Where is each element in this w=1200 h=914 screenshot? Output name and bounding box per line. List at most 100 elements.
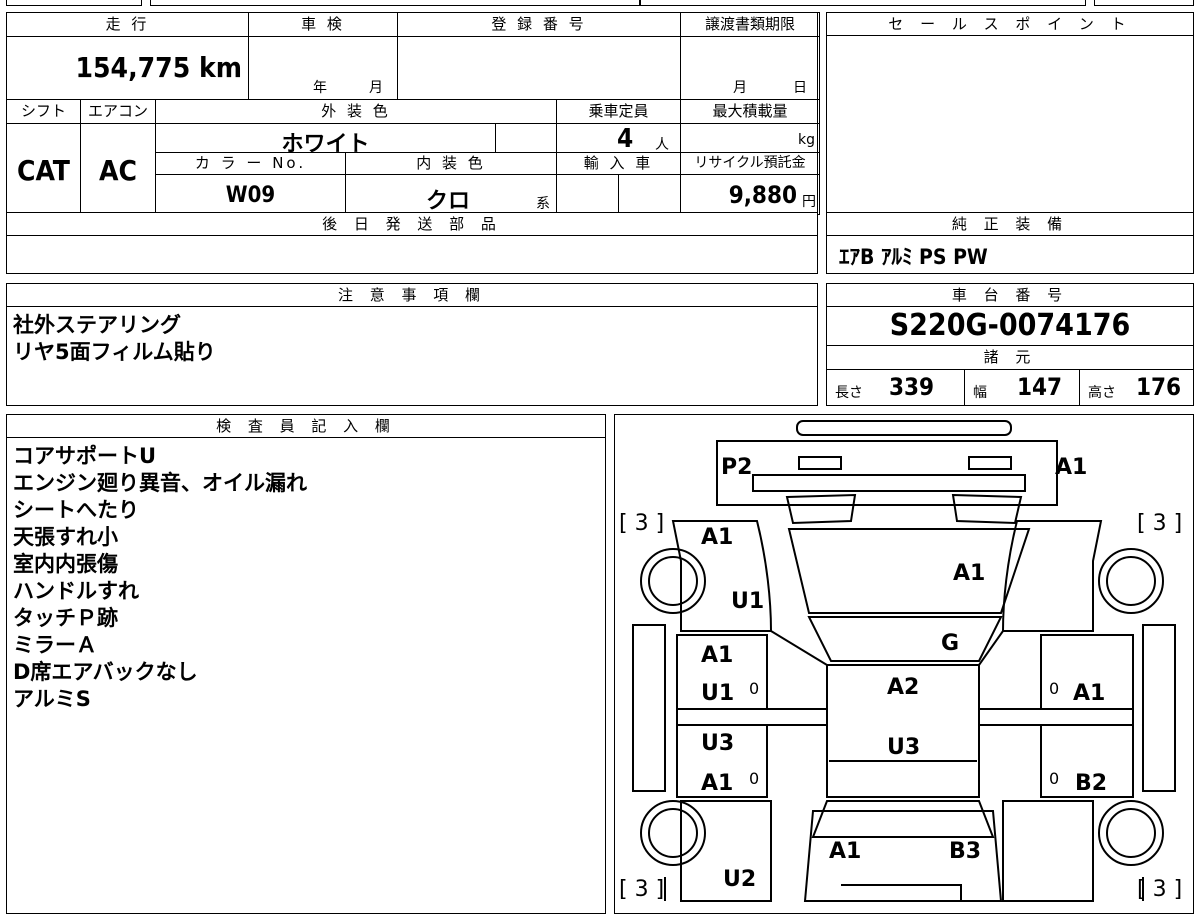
specs-row: 長さ 339 幅 147 高さ 176 [827,370,1193,406]
mileage-value: 154,775 km [75,51,243,84]
mark-a1-rear: A1 [829,839,862,864]
import-header: 輸 入 車 [556,152,681,175]
shift-header: シフト [6,99,81,124]
recycle-header: リサイクル預託金 [680,152,820,175]
inspector-box: 検 査 員 記 入 欄 コアサポートU エンジン廻り異音、オイル漏れ シートへた… [6,414,606,914]
equipment-header: 純 正 装 備 [827,213,1193,236]
bracket-top-right: [ 3 ] [1137,511,1183,536]
sales-point-header: セ ー ル ス ポ イ ン ト [827,13,1193,36]
inspector-header: 検 査 員 記 入 欄 [7,415,605,438]
mark-g-windshield: G [941,631,960,656]
inspector-line: シートへたり [13,498,139,522]
exterior-color-header: 外 装 色 [155,99,557,124]
ac-value: AC [99,154,137,187]
mark-u1-front-left: U1 [731,589,765,614]
spec-height: 高さ 176 [1080,370,1193,406]
mark-b3-rear: B3 [949,839,982,864]
notes-line: 社外ステアリング [13,313,181,337]
recycle-cell: 9,880 円 [680,174,820,215]
mark-zero-1: 0 [749,679,760,698]
interior-color-value: クロ [426,189,471,214]
color-no-header: カ ラ ー No. [155,152,346,175]
equipment-value: ｴｱB ｱﾙﾐ PS PW [839,245,988,269]
inspector-line: ミラーＡ [13,633,97,657]
bracket-bottom-left: [ 3 ] [619,877,665,902]
bracket-top-left: [ 3 ] [619,511,665,536]
mark-a1-front-left-fender: A1 [701,525,734,550]
transfer-month: 月 [733,80,747,96]
spec-length-label: 長さ [835,385,863,401]
import-cell-1 [556,174,619,215]
interior-color-header: 内 装 色 [345,152,557,175]
transfer-deadline-header: 譲渡書類期限 [680,12,820,37]
mileage-cell: 154,775 km [6,36,249,100]
inspector-line: コアサポートU [13,444,157,468]
top-sliver-1 [6,0,142,6]
specs-header: 諸 元 [827,345,1193,370]
recycle-value: 9,880 [728,181,797,209]
spec-width-label: 幅 [973,385,987,401]
mark-u3-rear-left-door: U3 [701,731,735,756]
mark-u1-front-left-door: U1 [701,681,735,706]
mark-zero-4: 0 [1049,769,1060,788]
mark-a1-top-right: A1 [1055,455,1088,480]
exterior-color-cell: ホワイト [155,123,496,157]
capacity-value: 4 [617,124,634,154]
color-no-cell: W09 [155,174,346,215]
inspection-month: 月 [369,80,383,96]
mark-u3-roof: U3 [887,735,921,760]
color-no-value: W09 [225,183,276,208]
chassis-header: 車 台 番 号 [827,284,1193,307]
inspection-header: 車 検 [248,12,398,37]
vehicle-info-table: 走 行 車 検 登 録 番 号 譲渡書類期限 154,775 km 年 月 月 … [6,12,820,215]
max-load-cell: kg [680,123,820,153]
bracket-bottom-right: [ 3 ] [1137,877,1183,902]
spec-width: 幅 147 [965,370,1080,406]
capacity-cell: 4 人 [556,123,681,154]
mark-b2-rear-right-door: B2 [1075,771,1108,796]
spec-height-value: 176 [1136,373,1182,401]
inspection-year: 年 [313,80,327,96]
exterior-color-extra [495,123,557,153]
spec-width-value: 147 [1017,373,1063,401]
inspector-line: アルミS [13,687,91,711]
top-sliver-2 [150,0,640,6]
mark-zero-2: 0 [1049,679,1060,698]
interior-color-cell: クロ 系 [345,174,557,215]
notes-box: 注 意 事 項 欄 社外ステアリング リヤ5面フィルム貼り [6,283,818,406]
transfer-cell: 月 日 [680,36,820,100]
spec-length-value: 339 [889,373,935,401]
ac-header: エアコン [80,99,156,124]
max-load-header: 最大積載量 [680,99,820,124]
capacity-header: 乗車定員 [556,99,681,124]
shift-cell: CAT [6,123,81,215]
inspector-line: ハンドルすれ [13,579,139,603]
registration-header: 登 録 番 号 [397,12,681,37]
mark-a1-front-left-door: A1 [701,643,734,668]
mark-u2-rear-left: U2 [723,867,757,892]
car-diagram-box: P2 A1 [ 3 ] [ 3 ] A1 A1 U1 G A1 A2 U1 0 … [614,414,1194,914]
inspector-line: D席エアバックなし [13,660,198,684]
spec-length: 長さ 339 [827,370,965,406]
later-parts-box: 後 日 発 送 部 品 [6,212,818,274]
spec-height-label: 高さ [1088,385,1116,401]
notes-line: リヤ5面フィルム貼り [13,340,216,364]
recycle-unit: 円 [802,194,816,210]
equipment-box: 純 正 装 備 ｴｱB ｱﾙﾐ PS PW [826,212,1194,274]
transfer-day: 日 [793,80,807,96]
capacity-unit: 人 [655,137,669,153]
import-cell-2 [618,174,681,215]
inspection-cell: 年 月 [248,36,398,100]
registration-cell [397,36,681,100]
mark-zero-3: 0 [749,769,760,788]
top-sliver-4 [1094,0,1194,6]
shift-value: CAT [17,154,70,187]
ac-cell: AC [80,123,156,215]
mileage-header: 走 行 [6,12,249,37]
sales-point-box: セ ー ル ス ポ イ ン ト [826,12,1194,213]
chassis-value: S220G-0074176 [889,308,1131,343]
interior-color-suffix: 系 [536,196,550,212]
max-load-unit: kg [798,132,815,148]
mark-a2-roof: A2 [887,675,920,700]
notes-header: 注 意 事 項 欄 [7,284,817,307]
